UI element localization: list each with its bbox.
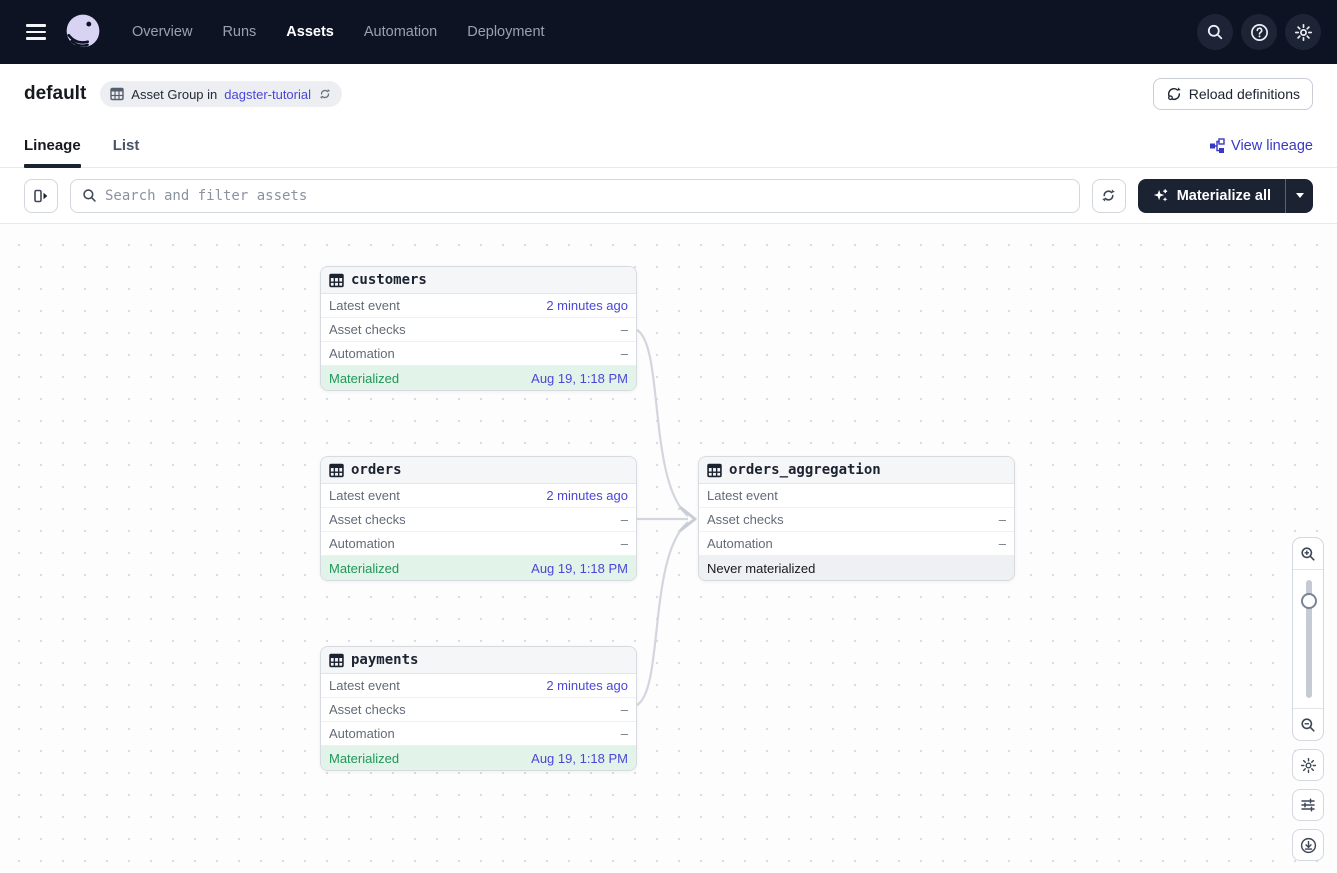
latest-event-row: Latest event — [699, 484, 1014, 508]
asset-node-payments[interactable]: payments Latest event2 minutes ago Asset… — [320, 646, 637, 771]
lineage-canvas[interactable]: customers Latest event2 minutes ago Asse… — [0, 224, 1337, 873]
badge-prefix: Asset Group in — [131, 87, 217, 102]
asset-node-orders-aggregation[interactable]: orders_aggregation Latest event Asset ch… — [698, 456, 1015, 581]
materialization-timestamp[interactable]: Aug 19, 1:18 PM — [531, 561, 628, 576]
zoom-controls — [1292, 537, 1324, 741]
table-icon — [329, 653, 344, 668]
automation-row: Automation– — [321, 722, 636, 746]
nav-item-runs[interactable]: Runs — [222, 24, 256, 40]
settings-gear-icon[interactable] — [1285, 14, 1321, 50]
automation-row: Automation– — [699, 532, 1014, 556]
page-header: default Asset Group in dagster-tutorial … — [0, 64, 1337, 124]
graph-settings-button[interactable] — [1292, 749, 1324, 781]
refresh-button[interactable] — [1092, 179, 1126, 213]
badge-repo-link[interactable]: dagster-tutorial — [224, 87, 311, 102]
reload-definitions-button[interactable]: Reload definitions — [1153, 78, 1313, 110]
zoom-out-button[interactable] — [1293, 708, 1323, 740]
latest-event-value[interactable]: 2 minutes ago — [546, 488, 628, 503]
navbar-actions — [1197, 14, 1321, 50]
reload-definitions-label: Reload definitions — [1189, 86, 1300, 102]
table-icon — [329, 273, 344, 288]
asset-node-header: customers — [321, 267, 636, 294]
latest-event-value[interactable]: 2 minutes ago — [546, 298, 628, 313]
materialization-timestamp[interactable]: Aug 19, 1:18 PM — [531, 371, 628, 386]
asset-checks-row: Asset checks– — [699, 508, 1014, 532]
download-image-button[interactable] — [1292, 829, 1324, 861]
asset-name: customers — [351, 272, 427, 288]
asset-node-customers[interactable]: customers Latest event2 minutes ago Asse… — [320, 266, 637, 391]
search-icon — [82, 188, 97, 203]
chevron-down-icon — [1296, 193, 1304, 198]
sparkle-icon — [1152, 187, 1169, 204]
filters-sliders-icon — [1300, 797, 1316, 813]
asset-checks-row: Asset checks– — [321, 318, 636, 342]
materialization-status: MaterializedAug 19, 1:18 PM — [321, 746, 636, 770]
badge-refresh-icon[interactable] — [318, 87, 332, 101]
download-icon — [1300, 837, 1317, 854]
search-input[interactable] — [105, 188, 1068, 204]
table-icon — [329, 463, 344, 478]
materialize-all-label: Materialize all — [1177, 188, 1271, 204]
panel-expand-icon — [32, 187, 50, 205]
expand-sidebar-button[interactable] — [24, 179, 58, 213]
lineage-edges — [0, 224, 1337, 873]
table-icon — [707, 463, 722, 478]
tab-lineage[interactable]: Lineage — [24, 124, 81, 167]
automation-row: Automation– — [321, 342, 636, 366]
lineage-icon — [1209, 138, 1225, 154]
page-title: default — [24, 83, 86, 105]
materialization-status: MaterializedAug 19, 1:18 PM — [321, 366, 636, 390]
dagster-logo-icon — [64, 13, 102, 51]
zoom-in-button[interactable] — [1293, 538, 1323, 570]
latest-event-row: Latest event2 minutes ago — [321, 484, 636, 508]
zoom-out-icon — [1300, 717, 1316, 733]
top-navbar: Overview Runs Assets Automation Deployme… — [0, 0, 1337, 64]
nav-item-deployment[interactable]: Deployment — [467, 24, 544, 40]
asset-node-header: orders — [321, 457, 636, 484]
asset-node-orders[interactable]: orders Latest event2 minutes ago Asset c… — [320, 456, 637, 581]
help-icon[interactable] — [1241, 14, 1277, 50]
latest-event-value[interactable]: 2 minutes ago — [546, 678, 628, 693]
asset-checks-row: Asset checks– — [321, 508, 636, 532]
tabs-bar: Lineage List View lineage — [0, 124, 1337, 168]
asset-node-header: payments — [321, 647, 636, 674]
materialize-options-button[interactable] — [1285, 179, 1313, 213]
refresh-icon — [1100, 187, 1117, 204]
asset-group-icon — [110, 87, 124, 101]
search-icon[interactable] — [1197, 14, 1233, 50]
latest-event-row: Latest event2 minutes ago — [321, 294, 636, 318]
asset-group-badge: Asset Group in dagster-tutorial — [100, 81, 342, 107]
view-lineage-link[interactable]: View lineage — [1209, 124, 1313, 167]
nav-item-automation[interactable]: Automation — [364, 24, 437, 40]
zoom-in-icon — [1300, 546, 1316, 562]
latest-event-row: Latest event2 minutes ago — [321, 674, 636, 698]
graph-toolbar: Materialize all — [0, 168, 1337, 224]
hamburger-menu-icon[interactable] — [16, 12, 56, 52]
materialization-status: Never materialized — [699, 556, 1014, 580]
asset-search — [70, 179, 1080, 213]
primary-nav: Overview Runs Assets Automation Deployme… — [132, 24, 545, 40]
zoom-slider[interactable] — [1293, 570, 1323, 708]
materialization-status: MaterializedAug 19, 1:18 PM — [321, 556, 636, 580]
reload-icon — [1166, 86, 1182, 102]
tab-list[interactable]: List — [113, 124, 140, 167]
materialization-timestamp[interactable]: Aug 19, 1:18 PM — [531, 751, 628, 766]
asset-name: payments — [351, 652, 418, 668]
asset-checks-row: Asset checks– — [321, 698, 636, 722]
asset-name: orders_aggregation — [729, 462, 881, 478]
automation-row: Automation– — [321, 532, 636, 556]
nav-item-assets[interactable]: Assets — [286, 24, 334, 40]
asset-node-header: orders_aggregation — [699, 457, 1014, 484]
nav-item-overview[interactable]: Overview — [132, 24, 192, 40]
gear-icon — [1300, 757, 1317, 774]
asset-name: orders — [351, 462, 402, 478]
materialize-all-button[interactable]: Materialize all — [1138, 179, 1285, 213]
zoom-slider-thumb[interactable] — [1301, 593, 1317, 609]
materialize-split-button: Materialize all — [1138, 179, 1313, 213]
graph-filters-button[interactable] — [1292, 789, 1324, 821]
